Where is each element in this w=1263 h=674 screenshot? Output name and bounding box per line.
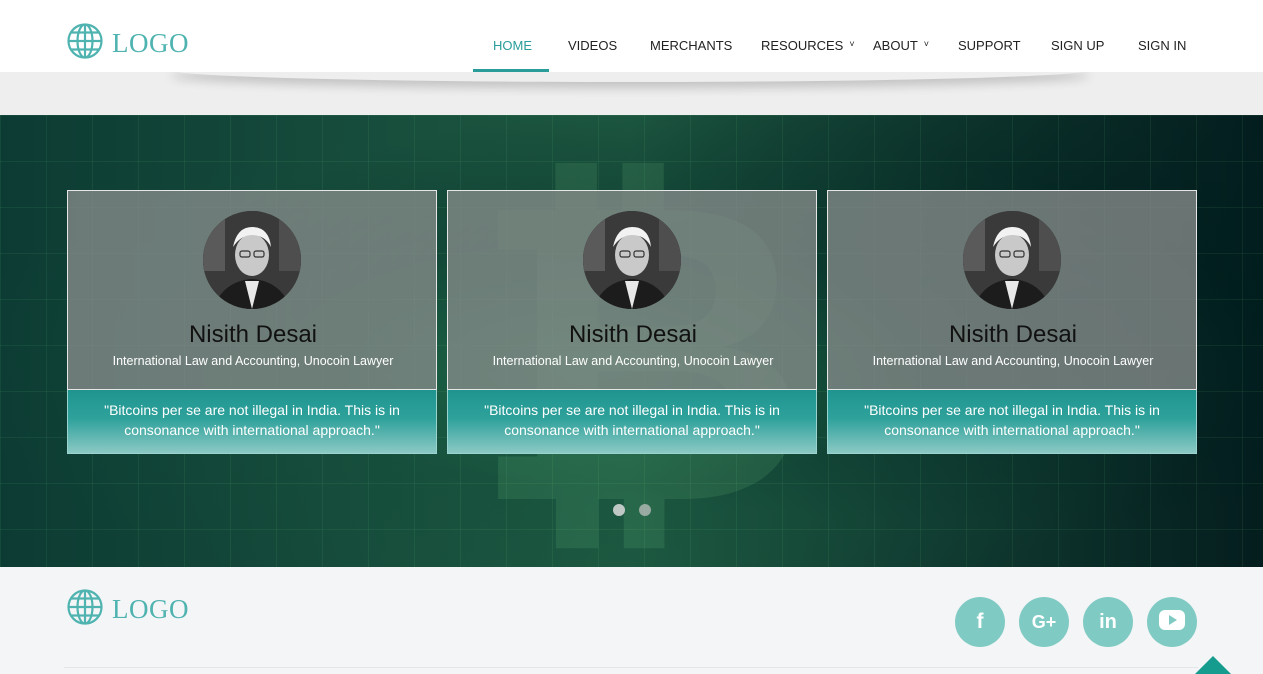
google-plus-button[interactable]: G+ — [1019, 597, 1069, 647]
carousel-dot-1[interactable] — [613, 504, 625, 516]
nav-videos-label: VIDEOS — [568, 38, 618, 53]
header-shadow-strip — [0, 72, 1263, 115]
testimonial-card: Nisith Desai International Law and Accou… — [827, 190, 1197, 454]
youtube-button[interactable] — [1147, 597, 1197, 647]
avatar — [203, 211, 301, 309]
nav-resources[interactable]: RESOURCES ˅ — [761, 38, 855, 53]
testimonial-card: Nisith Desai International Law and Accou… — [67, 190, 437, 454]
nav-active-indicator — [473, 69, 549, 72]
nav-videos[interactable]: VIDEOS — [568, 38, 617, 53]
testimonial-card-top: Nisith Desai International Law and Accou… — [67, 190, 437, 390]
nav-about-label: ABOUT — [873, 38, 918, 53]
testimonial-quote: "Bitcoins per se are not illegal in Indi… — [827, 390, 1197, 454]
nav-support[interactable]: SUPPORT — [958, 38, 1021, 53]
testimonial-name: Nisith Desai — [188, 321, 318, 348]
header-logo[interactable]: LOGO — [66, 22, 189, 65]
chevron-down-icon: ˅ — [923, 39, 930, 49]
globe-icon — [66, 22, 104, 65]
testimonial-card-top: Nisith Desai International Law and Accou… — [447, 190, 817, 390]
chevron-down-icon: ˅ — [849, 39, 855, 49]
testimonial-role: International Law and Accounting, Unocoi… — [112, 354, 394, 368]
nav-sign-in[interactable]: SIGN IN — [1138, 38, 1186, 53]
carousel-pagination — [613, 504, 651, 516]
logo-text: LOGO — [112, 28, 189, 58]
testimonial-quote: "Bitcoins per se are not illegal in Indi… — [447, 390, 817, 454]
globe-icon — [66, 588, 104, 631]
site-footer: LOGO f G+ in — [0, 567, 1263, 674]
site-header: LOGO HOME VIDEOS MERCHANTS RESOURCES ˅ AB… — [0, 0, 1263, 72]
testimonial-card: Nisith Desai International Law and Accou… — [447, 190, 817, 454]
linkedin-icon: in — [1099, 610, 1117, 633]
nav-about[interactable]: ABOUT ˅ — [873, 38, 929, 53]
testimonial-card-top: Nisith Desai International Law and Accou… — [827, 190, 1197, 390]
testimonial-name: Nisith Desai — [568, 321, 698, 348]
footer-logo[interactable]: LOGO — [66, 588, 189, 631]
facebook-button[interactable]: f — [955, 597, 1005, 647]
nav-support-label: SUPPORT — [958, 38, 1021, 53]
footer-divider — [64, 667, 1198, 668]
logo-text: LOGO — [112, 594, 189, 624]
nav-merchants[interactable]: MERCHANTS — [650, 38, 732, 53]
back-to-top-icon[interactable] — [1195, 656, 1231, 674]
linkedin-button[interactable]: in — [1083, 597, 1133, 647]
shadow-curve — [170, 72, 1090, 82]
youtube-icon — [1159, 609, 1185, 635]
carousel-dot-2[interactable] — [639, 504, 651, 516]
testimonial-name: Nisith Desai — [948, 321, 1078, 348]
google-plus-icon: G+ — [1031, 611, 1057, 632]
testimonial-role: International Law and Accounting, Unocoi… — [872, 354, 1154, 368]
testimonial-carousel: ₿ Nisith Desai International Law and Acc… — [0, 115, 1263, 567]
nav-sign-in-label: SIGN IN — [1138, 38, 1187, 53]
nav-sign-up-label: SIGN UP — [1051, 38, 1105, 53]
testimonial-role: International Law and Accounting, Unocoi… — [492, 354, 774, 368]
nav-sign-up[interactable]: SIGN UP — [1051, 38, 1104, 53]
facebook-icon: f — [976, 610, 984, 633]
testimonial-quote: "Bitcoins per se are not illegal in Indi… — [67, 390, 437, 454]
nav-merchants-label: MERCHANTS — [650, 38, 733, 53]
avatar — [963, 211, 1061, 309]
nav-home-label: HOME — [493, 38, 532, 53]
nav-home[interactable]: HOME — [493, 38, 532, 53]
nav-resources-label: RESOURCES — [761, 38, 844, 53]
avatar — [583, 211, 681, 309]
